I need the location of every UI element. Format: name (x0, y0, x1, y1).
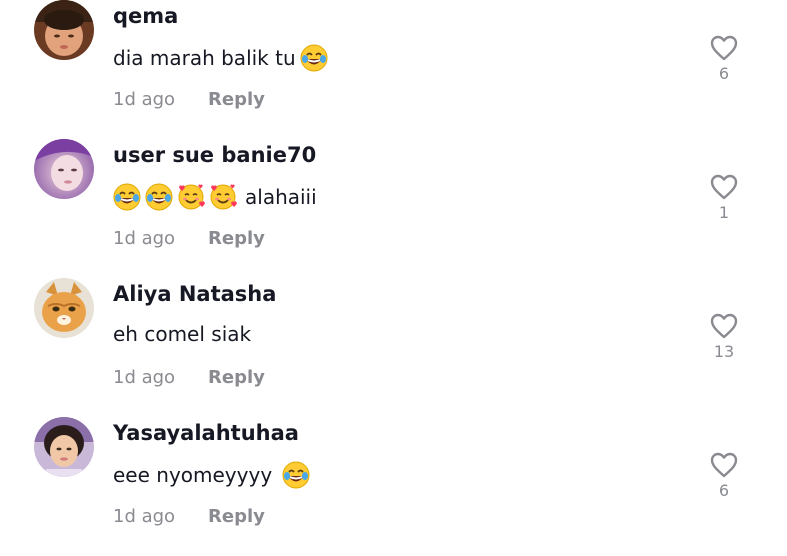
comment-text: alahaiii (113, 183, 317, 211)
like-button[interactable]: 13 (704, 313, 744, 373)
comment-item: Aliya Natasha eh comel siak 1d ago Reply… (0, 278, 787, 417)
like-count: 13 (713, 342, 735, 361)
avatar[interactable] (34, 278, 94, 338)
avatar[interactable] (34, 139, 94, 199)
reply-button[interactable]: Reply (208, 228, 265, 249)
reply-button[interactable]: Reply (208, 89, 265, 110)
face-with-tears-of-joy-icon (282, 461, 310, 489)
comment-username[interactable]: Yasayalahtuhaa (113, 421, 299, 445)
comment-text-content: eh comel siak (113, 322, 252, 346)
smiling-face-with-hearts-icon (210, 184, 237, 210)
comment-item: qema dia marah balik tu 1d ago Reply 6 (0, 0, 787, 139)
comment-text: dia marah balik tu (113, 44, 328, 72)
heart-outline-icon (710, 313, 738, 339)
comment-username[interactable]: user sue banie70 (113, 143, 316, 167)
comment-item: Yasayalahtuhaa eee nyomeyyyy 1d ago Repl… (0, 417, 787, 556)
like-button[interactable]: 1 (704, 174, 744, 234)
cat-photo-avatar-icon (34, 278, 94, 338)
comment-timestamp: 1d ago (113, 506, 176, 527)
comment-text-content: eee nyomeyyyy (113, 463, 273, 487)
comment-text: eee nyomeyyyy (113, 461, 310, 489)
heart-outline-icon (710, 174, 738, 200)
like-count: 1 (718, 203, 730, 222)
comment-text: eh comel siak (113, 322, 251, 346)
comment-text-content: alahaiii (245, 185, 317, 209)
avatar[interactable] (34, 0, 94, 60)
like-count: 6 (718, 64, 730, 83)
face-with-tears-of-joy-icon (113, 183, 141, 211)
comment-username[interactable]: Aliya Natasha (113, 282, 276, 306)
woman-photo-avatar-icon (34, 139, 94, 199)
avatar[interactable] (34, 417, 94, 477)
heart-outline-icon (710, 452, 738, 478)
face-with-tears-of-joy-icon (300, 44, 328, 72)
comment-item: user sue banie70 alahaiii 1d ago Reply 1 (0, 139, 787, 278)
comment-timestamp: 1d ago (113, 367, 176, 388)
comment-text-content: dia marah balik tu (113, 46, 296, 70)
comment-username[interactable]: qema (113, 4, 178, 28)
heart-outline-icon (710, 35, 738, 61)
face-with-tears-of-joy-icon (145, 183, 173, 211)
like-button[interactable]: 6 (704, 35, 744, 95)
reply-button[interactable]: Reply (208, 506, 265, 527)
comment-timestamp: 1d ago (113, 89, 176, 110)
like-button[interactable]: 6 (704, 452, 744, 512)
reply-button[interactable]: Reply (208, 367, 265, 388)
like-count: 6 (718, 481, 730, 500)
comment-timestamp: 1d ago (113, 228, 176, 249)
girl-photo-avatar-icon (34, 417, 94, 477)
child-photo-avatar-icon (34, 0, 94, 60)
smiling-face-with-hearts-icon (178, 184, 205, 210)
